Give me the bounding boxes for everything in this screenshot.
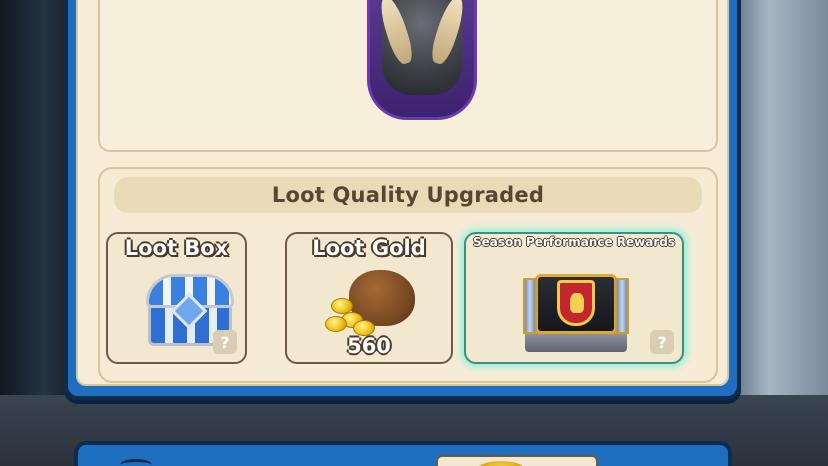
season-chest-pillar-right: [615, 278, 629, 334]
crown-icon: [120, 459, 152, 466]
loot-upgrade-title: Loot Quality Upgraded: [114, 177, 702, 213]
next-reward-tab[interactable]: [436, 455, 598, 466]
help-icon[interactable]: ?: [650, 330, 674, 354]
reward-card-loot-gold[interactable]: Loot Gold 560: [285, 232, 453, 364]
gold-bag-icon: [323, 268, 423, 338]
gold-pile-icon: [476, 461, 526, 466]
season-chest-icon: [521, 266, 631, 354]
results-panel-inner: Loot Quality Upgraded Loot Box ? Loot Go…: [76, 0, 729, 386]
help-icon[interactable]: ?: [213, 330, 237, 354]
hero-figure: [375, 0, 469, 95]
lion-emblem-icon: [557, 280, 595, 326]
loot-upgrade-section: Loot Quality Upgraded Loot Box ? Loot Go…: [98, 167, 718, 383]
reward-card-label: Season Performance Rewards: [472, 235, 675, 249]
gold-amount: 560: [347, 334, 391, 358]
hero-portrait-box: [98, 0, 718, 152]
reward-card-label: Loot Box: [124, 236, 229, 260]
reward-card-label: Loot Gold: [312, 236, 426, 260]
results-panel: Loot Quality Upgraded Loot Box ? Loot Go…: [64, 0, 741, 400]
hero-portrait[interactable]: [367, 0, 477, 120]
hero-horn-left: [375, 0, 417, 67]
next-panel: [74, 441, 732, 466]
gold-coin: [325, 316, 347, 332]
reward-card-season-performance[interactable]: Season Performance Rewards ?: [464, 232, 684, 364]
season-chest-pillar-left: [523, 278, 537, 334]
hero-horn-right: [427, 0, 469, 67]
reward-card-loot-box[interactable]: Loot Box ?: [106, 232, 247, 364]
